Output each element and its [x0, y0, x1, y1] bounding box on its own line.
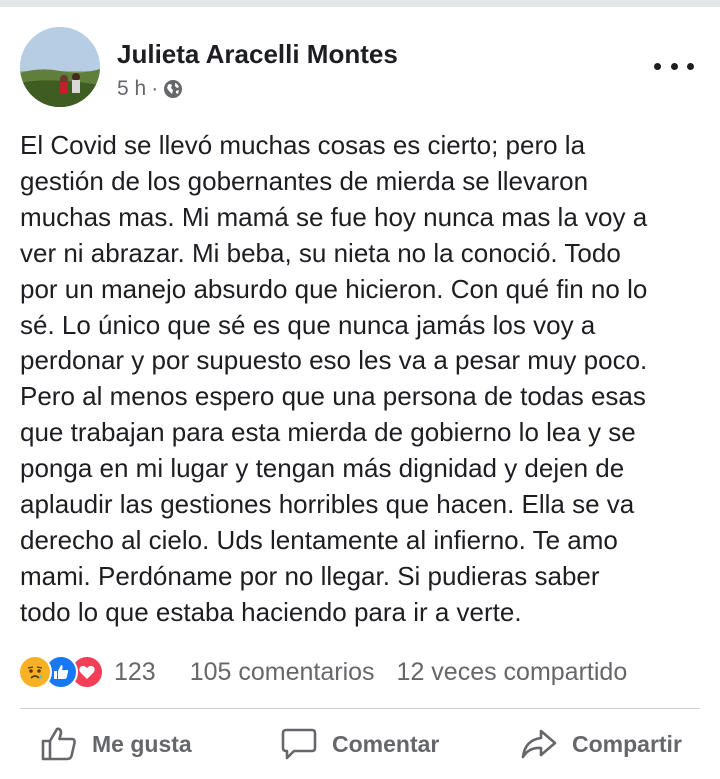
meta-separator: · — [151, 77, 159, 100]
divider — [20, 708, 700, 709]
thumbs-up-icon — [41, 727, 76, 761]
avatar-photo — [20, 27, 100, 107]
post-meta: 5 h · — [117, 77, 183, 101]
author-name[interactable]: Julieta Aracelli Montes — [117, 39, 398, 70]
comment-label: Comentar — [332, 730, 440, 757]
like-label: Me gusta — [92, 730, 192, 757]
like-button[interactable]: Me gusta — [40, 718, 192, 770]
action-bar: Me gusta Comentar Compartir — [0, 718, 720, 770]
comment-icon — [281, 728, 317, 760]
post-time[interactable]: 5 h — [117, 77, 146, 101]
reaction-icons[interactable] — [18, 655, 104, 689]
post-header: Julieta Aracelli Montes 5 h · — [0, 7, 720, 117]
comment-button[interactable]: Comentar — [280, 718, 439, 770]
sad-reaction-icon — [18, 655, 52, 689]
share-label: Compartir — [572, 730, 682, 757]
comment-count[interactable]: 105 comentarios — [190, 658, 375, 687]
share-icon — [521, 729, 557, 759]
more-options-icon[interactable] — [654, 53, 694, 79]
post-text: El Covid se llevó muchas cosas es cierto… — [20, 130, 648, 627]
reaction-count[interactable]: 123 — [114, 658, 156, 687]
post-stats: 123 105 comentarios 12 veces compartido — [18, 652, 718, 692]
globe-icon[interactable] — [163, 79, 183, 99]
share-count[interactable]: 12 veces compartido — [397, 658, 628, 687]
avatar[interactable] — [20, 27, 100, 107]
top-bar — [0, 0, 720, 7]
share-button[interactable]: Compartir — [520, 718, 682, 770]
